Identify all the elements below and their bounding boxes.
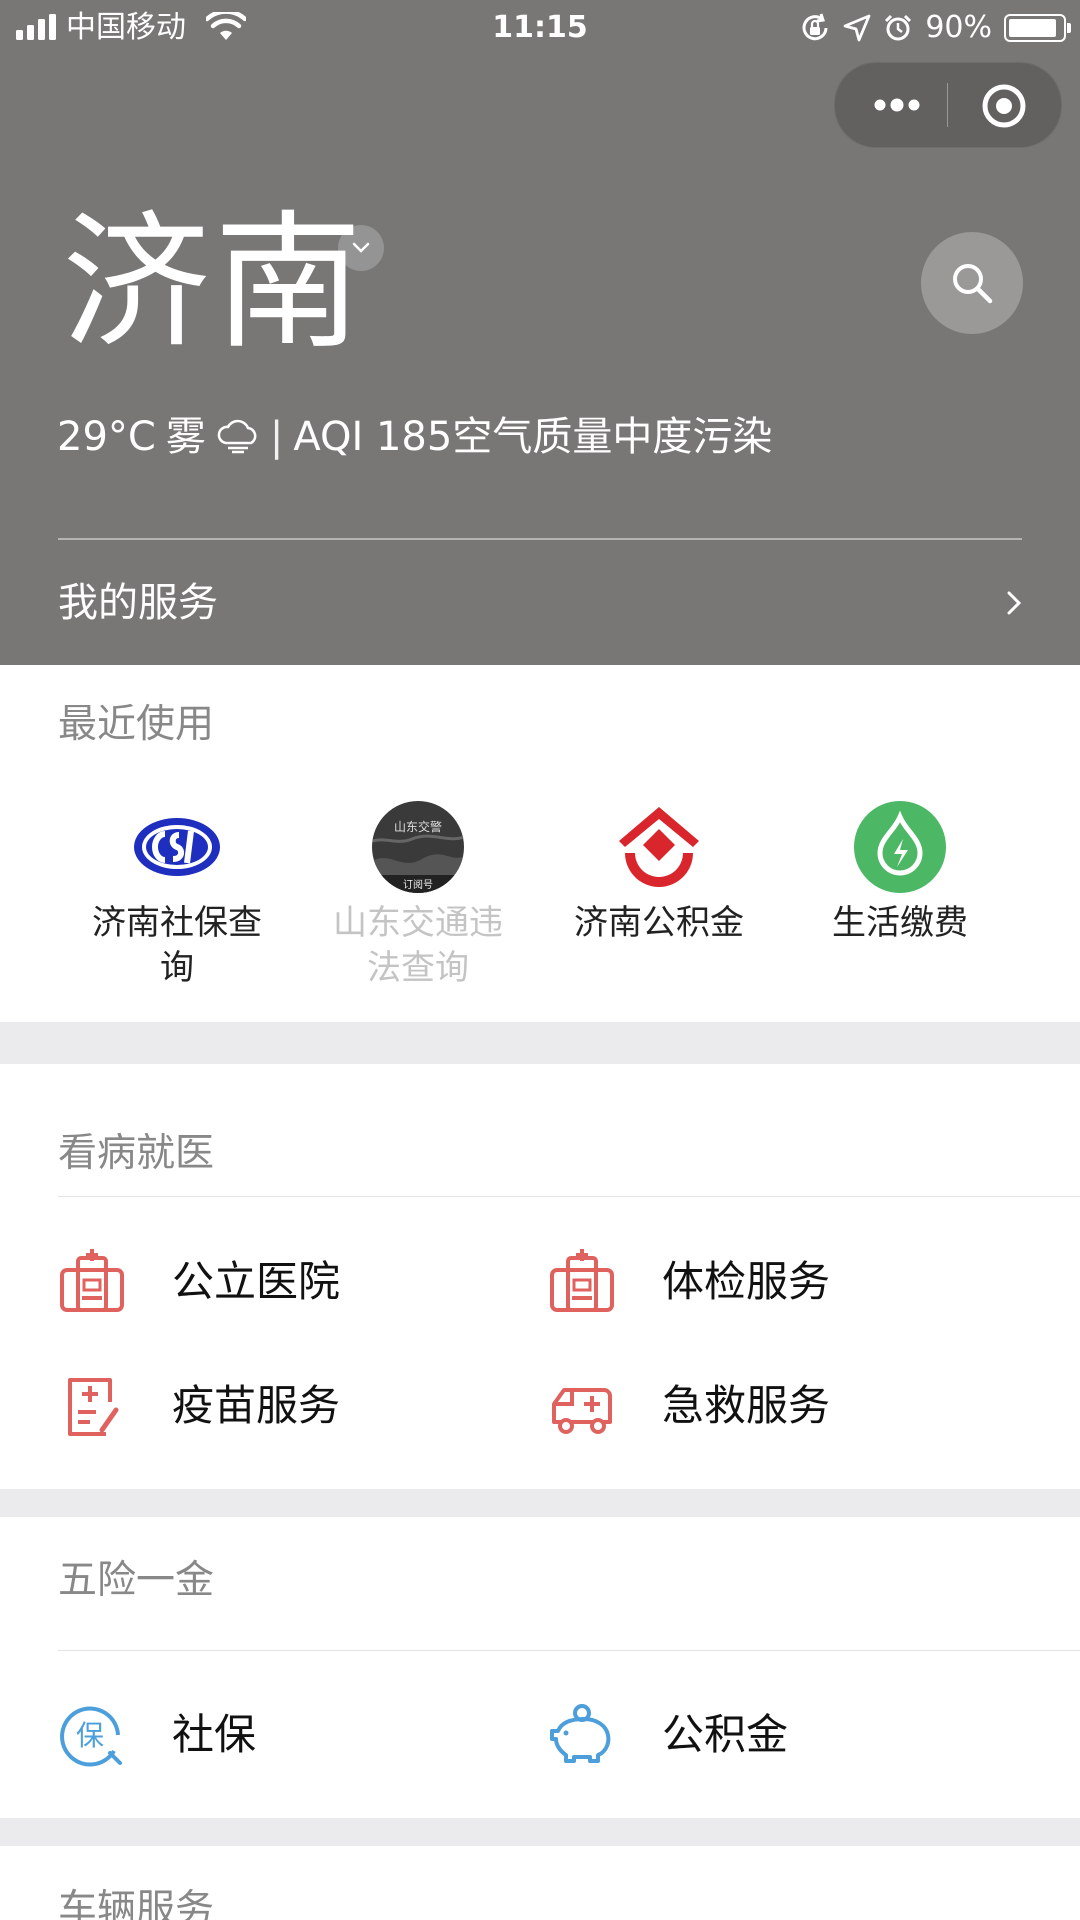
- weather-condition: 雾: [165, 414, 206, 460]
- recent-item-housing-fund[interactable]: 济南公积金: [544, 801, 774, 946]
- air-quality: AQI 185空气质量中度污染: [293, 414, 773, 460]
- service-emergency[interactable]: 急救服务: [548, 1366, 830, 1446]
- location-icon: [843, 14, 871, 42]
- logo-text: 山东交警: [394, 819, 442, 834]
- header-divider: [58, 538, 1022, 540]
- vehicle-title: 车辆服务: [58, 1887, 215, 1920]
- battery-percentage: 90%: [925, 10, 992, 45]
- weather-info: 29°C 雾 | AQI 185空气质量中度污染: [57, 412, 772, 462]
- section-divider: [58, 1196, 1080, 1197]
- service-label: 体检服务: [662, 1257, 831, 1306]
- battery-level: [1009, 19, 1056, 37]
- service-social-insurance[interactable]: 保 社保: [58, 1695, 256, 1775]
- weather-separator: |: [269, 414, 284, 460]
- recent-section: 最近使用 济南社保查询 山东交警 订阅号 山东交通违法查询 济南公积金 生活缴费: [0, 665, 1080, 1022]
- section-gap: [0, 1818, 1080, 1846]
- my-services-label[interactable]: 我的服务: [58, 578, 218, 628]
- chevron-down-icon: [352, 242, 370, 253]
- service-public-hospital[interactable]: 公立医院: [58, 1242, 340, 1322]
- city-dropdown-button[interactable]: [338, 225, 384, 271]
- temperature: 29°C: [57, 414, 156, 460]
- recent-item-label: 山东交通违法查询: [333, 903, 503, 988]
- service-label: 公立医院: [172, 1257, 341, 1306]
- chevron-right-icon[interactable]: [1003, 588, 1025, 618]
- city-header: 中国移动 11:15 90% 济南 29°C 雾 | AQI 185空气质量中度…: [0, 0, 1080, 665]
- social-security-logo: [131, 801, 223, 893]
- section-divider: [58, 1650, 1080, 1651]
- recent-item-traffic-violation[interactable]: 山东交警 订阅号 山东交通违法查询: [303, 801, 533, 991]
- insurance-section: 五险一金 保 社保 公积金: [0, 1517, 1080, 1818]
- piggy-bank-icon: [550, 1704, 611, 1763]
- checkup-icon: [550, 1249, 614, 1312]
- shandong-traffic-logo: 山东交警 订阅号: [372, 801, 464, 893]
- service-label: 急救服务: [662, 1381, 831, 1430]
- vehicle-section: 车辆服务: [0, 1846, 1080, 1920]
- capsule-divider: [947, 83, 948, 127]
- service-vaccine[interactable]: 疫苗服务: [58, 1366, 340, 1446]
- city-name[interactable]: 济南: [62, 208, 366, 358]
- insurance-title: 五险一金: [58, 1558, 215, 1603]
- recent-item-label: 济南公积金: [574, 903, 744, 943]
- subscription-badge: 订阅号: [403, 878, 433, 891]
- close-miniprogram-icon[interactable]: [980, 82, 1028, 130]
- alarm-icon: [885, 14, 912, 41]
- search-button[interactable]: [921, 232, 1023, 334]
- recent-title: 最近使用: [58, 702, 215, 747]
- orientation-lock-icon: [802, 13, 828, 41]
- service-label: 疫苗服务: [172, 1381, 341, 1430]
- miniprogram-capsule: [834, 62, 1062, 148]
- status-bar: 中国移动 11:15 90%: [0, 0, 1080, 56]
- medical-section: 看病就医 公立医院 体检服务 疫苗服务 急救服务: [0, 1064, 1080, 1489]
- recent-item-label: 生活缴费: [832, 903, 968, 943]
- search-icon: [953, 264, 993, 304]
- recent-item-bill-payment[interactable]: 生活缴费: [785, 801, 1015, 946]
- insurance-icon-text: 保: [76, 1719, 104, 1752]
- battery-icon: [1004, 14, 1071, 42]
- bill-payment-logo: [854, 801, 946, 893]
- section-gap: [0, 1489, 1080, 1517]
- section-gap: [0, 1022, 1080, 1064]
- service-label: 社保: [172, 1710, 257, 1759]
- hospital-icon: [60, 1249, 124, 1312]
- fog-cloud-icon: [217, 419, 257, 454]
- service-label: 公积金: [662, 1710, 789, 1759]
- medical-title: 看病就医: [58, 1131, 215, 1176]
- service-checkup[interactable]: 体检服务: [548, 1242, 830, 1322]
- recent-item-label: 济南社保查询: [92, 903, 262, 988]
- insurance-icon: 保: [60, 1706, 122, 1767]
- service-housing-fund[interactable]: 公积金: [548, 1695, 788, 1775]
- more-icon[interactable]: [867, 85, 927, 125]
- vaccine-icon: [68, 1378, 119, 1436]
- ambulance-icon: [552, 1388, 612, 1434]
- recent-item-social-security[interactable]: 济南社保查询: [62, 801, 292, 991]
- housing-fund-logo: [613, 801, 705, 893]
